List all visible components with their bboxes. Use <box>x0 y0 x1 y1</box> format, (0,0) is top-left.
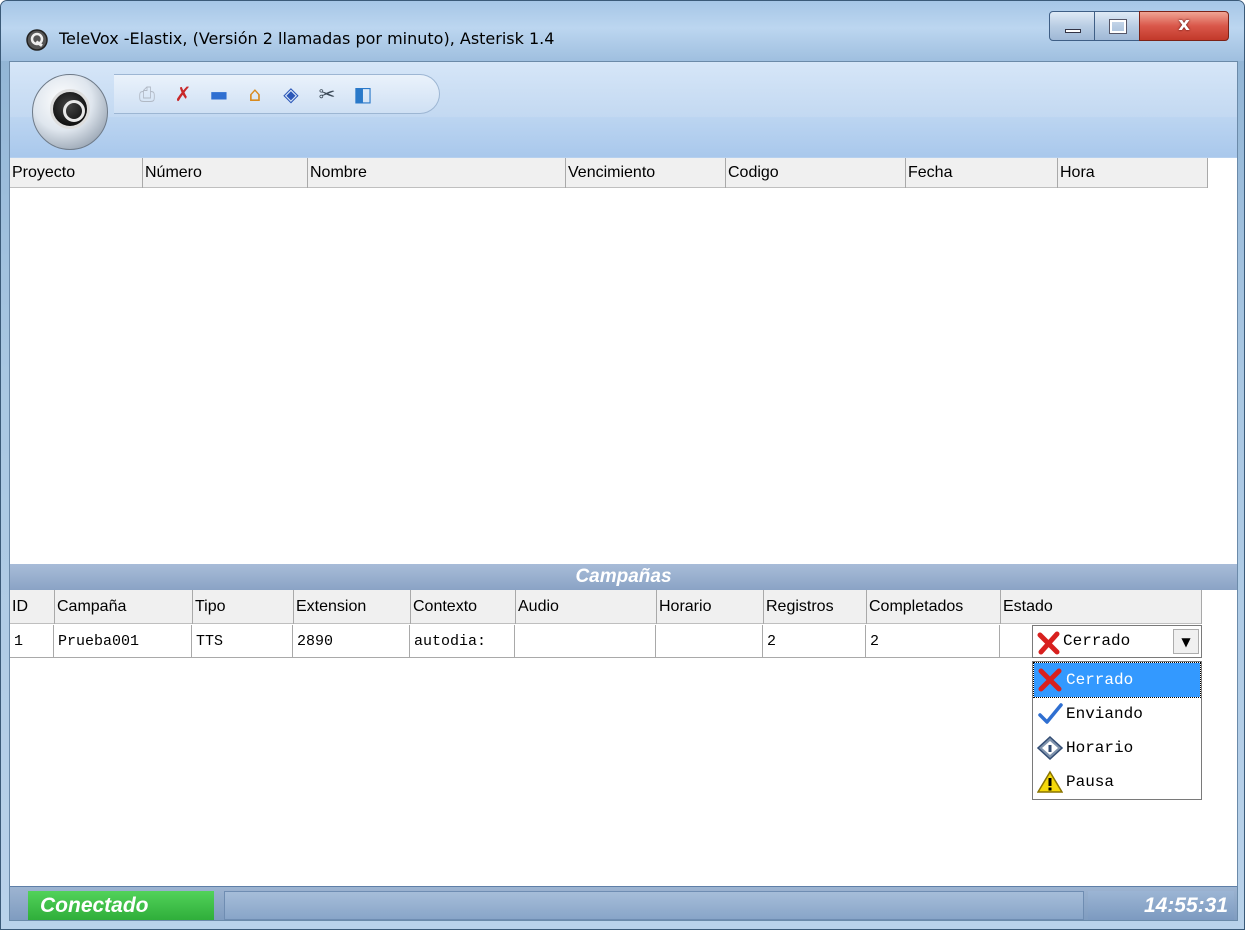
close-icon: x <box>1178 14 1190 35</box>
disconnect-icon[interactable]: ✗ <box>170 81 196 107</box>
estado-option-label: Cerrado <box>1066 671 1134 689</box>
estado-option-pausa[interactable]: Pausa <box>1034 765 1200 799</box>
campaigns-section-header: Campañas <box>10 564 1237 590</box>
cell-horario[interactable] <box>656 625 763 658</box>
estado-option-label: Horario <box>1066 739 1134 757</box>
cell-tipo[interactable]: TTS <box>192 625 293 658</box>
connection-status: Conectado <box>28 891 214 920</box>
cell-extension[interactable]: 2890 <box>293 625 410 658</box>
estado-select-value: Cerrado <box>1063 632 1131 650</box>
televox-logo-icon[interactable] <box>32 74 108 150</box>
column-header-registros[interactable]: Registros <box>763 590 866 624</box>
close-button[interactable]: x <box>1139 11 1229 41</box>
diamond-info-icon <box>1037 736 1063 760</box>
toolbar: ⎙ ✗ ▬ ⌂ ◈ ✂ ◧ <box>10 62 1237 158</box>
cell-completados[interactable]: 2 <box>866 625 1000 658</box>
cell-audio[interactable] <box>515 625 656 658</box>
column-header-completados[interactable]: Completados <box>866 590 1000 624</box>
column-header-numero[interactable]: Número <box>142 158 307 188</box>
column-header-tipo[interactable]: Tipo <box>192 590 293 624</box>
tools-icon[interactable]: ✂ <box>314 81 340 107</box>
column-header-horario[interactable]: Horario <box>656 590 763 624</box>
estado-option-label: Enviando <box>1066 705 1143 723</box>
column-header-extension[interactable]: Extension <box>293 590 410 624</box>
estado-option-cerrado[interactable]: Cerrado <box>1033 662 1201 698</box>
home-icon[interactable]: ⌂ <box>242 81 268 107</box>
minimize-icon <box>1065 29 1081 33</box>
chevron-down-icon[interactable]: ▼ <box>1173 629 1199 654</box>
maximize-button[interactable] <box>1094 11 1140 41</box>
title-bar[interactable]: TeleVox -Elastix, (Versión 2 llamadas po… <box>1 1 1244 61</box>
column-header-audio[interactable]: Audio <box>515 590 656 624</box>
close-x-icon <box>1037 631 1060 655</box>
checkmark-icon <box>1038 703 1063 724</box>
app-window: TeleVox -Elastix, (Versión 2 llamadas po… <box>0 0 1245 930</box>
toolbar-strip <box>10 117 1237 157</box>
estado-option-enviando[interactable]: Enviando <box>1034 697 1200 731</box>
minimize-button[interactable] <box>1049 11 1095 41</box>
monitor-icon[interactable]: ▬ <box>206 81 232 107</box>
close-x-icon <box>1038 668 1062 692</box>
app-logo-icon <box>26 29 48 51</box>
estado-option-horario[interactable]: Horario <box>1034 731 1200 765</box>
cell-id[interactable]: 1 <box>10 625 54 658</box>
column-header-estado[interactable]: Estado <box>1000 590 1202 624</box>
estado-dropdown-list[interactable]: Cerrado Enviando Horario Pausa <box>1032 661 1202 800</box>
window-title: TeleVox -Elastix, (Versión 2 llamadas po… <box>59 29 555 48</box>
column-header-vencimiento[interactable]: Vencimiento <box>565 158 725 188</box>
cell-campana[interactable]: Prueba001 <box>54 625 192 658</box>
warning-icon <box>1037 770 1063 793</box>
exit-icon[interactable]: ◧ <box>350 81 376 107</box>
cell-contexto[interactable]: autodia: <box>410 625 515 658</box>
cell-registros[interactable]: 2 <box>763 625 866 658</box>
campaigns-table[interactable]: ID Campaña Tipo Extension Contexto Audio… <box>10 590 1237 884</box>
column-header-proyecto[interactable]: Proyecto <box>10 158 142 188</box>
cell-estado-pad <box>1000 625 1032 658</box>
table-row[interactable]: 1 Prueba001 TTS 2890 autodia: 2 2 Cerrad… <box>10 625 1202 658</box>
projects-table[interactable]: Proyecto Número Nombre Vencimiento Codig… <box>10 158 1237 563</box>
campaigns-table-header: ID Campaña Tipo Extension Contexto Audio… <box>10 590 1202 624</box>
estado-select[interactable]: Cerrado ▼ <box>1032 625 1202 658</box>
column-header-fecha[interactable]: Fecha <box>905 158 1057 188</box>
campaigns-title: Campañas <box>575 566 672 587</box>
print-icon[interactable]: ⎙ <box>134 81 160 107</box>
client-area: ⎙ ✗ ▬ ⌂ ◈ ✂ ◧ Proyecto Número Nombre Ven… <box>9 61 1238 921</box>
estado-option-label: Pausa <box>1066 773 1115 791</box>
column-header-nombre[interactable]: Nombre <box>307 158 565 188</box>
column-header-codigo[interactable]: Codigo <box>725 158 905 188</box>
column-header-id[interactable]: ID <box>10 590 54 624</box>
column-header-contexto[interactable]: Contexto <box>410 590 515 624</box>
clock: 14:55:31 <box>1088 891 1234 920</box>
schedule-icon[interactable]: ◈ <box>278 81 304 107</box>
projects-table-header: Proyecto Número Nombre Vencimiento Codig… <box>10 158 1208 188</box>
column-header-campana[interactable]: Campaña <box>54 590 192 624</box>
column-header-hora[interactable]: Hora <box>1057 158 1208 188</box>
status-bar: Conectado 14:55:31 <box>10 886 1237 920</box>
status-message-area <box>224 891 1084 920</box>
maximize-icon <box>1109 19 1127 34</box>
toolbar-button-group: ⎙ ✗ ▬ ⌂ ◈ ✂ ◧ <box>114 74 440 114</box>
